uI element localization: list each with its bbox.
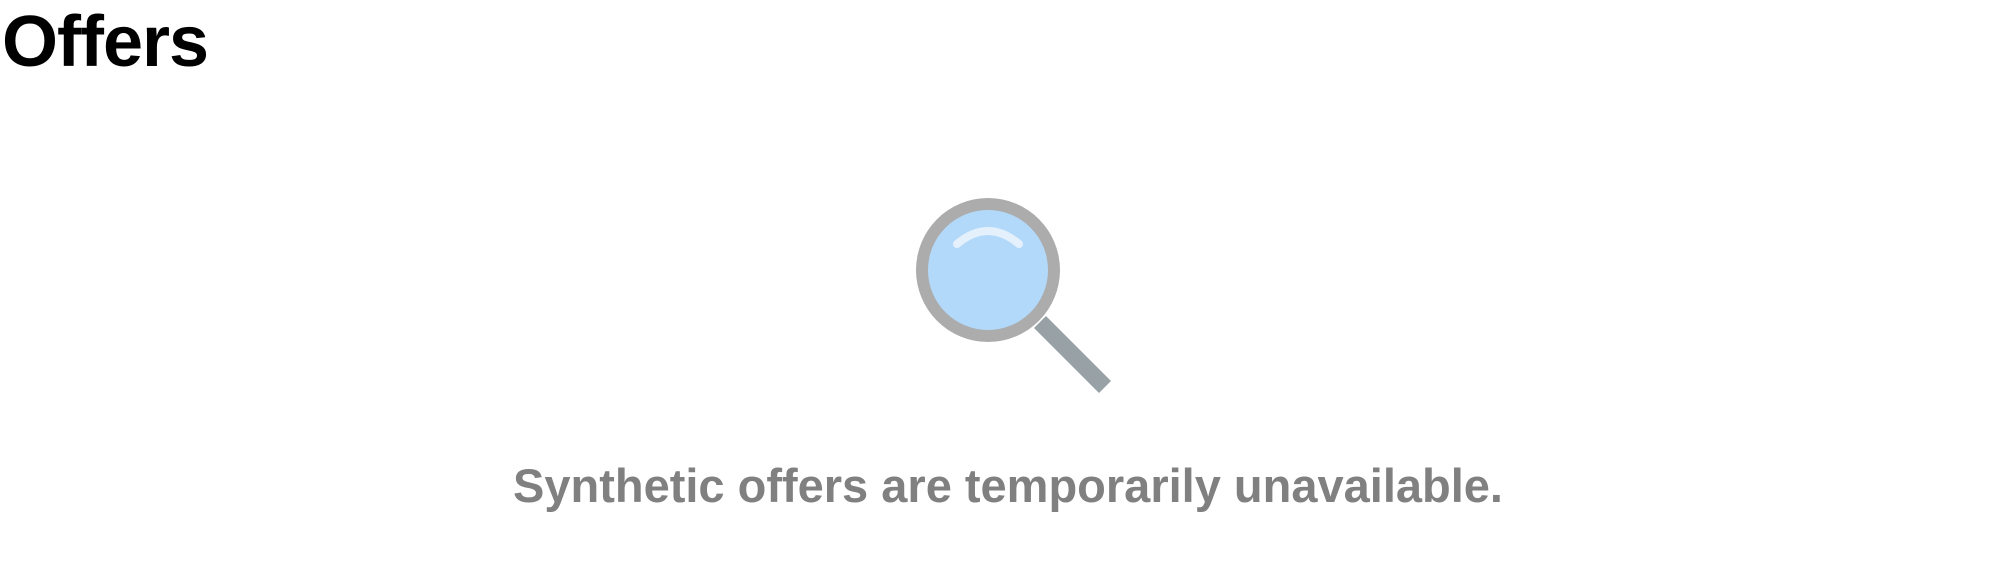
empty-state: Synthetic offers are temporarily unavail… [0, 180, 2016, 540]
empty-state-message: Synthetic offers are temporarily unavail… [513, 459, 1503, 512]
magnifying-glass-icon [916, 198, 1112, 394]
magnifier-handle [1033, 315, 1112, 394]
page-title: Offers [2, 2, 209, 82]
